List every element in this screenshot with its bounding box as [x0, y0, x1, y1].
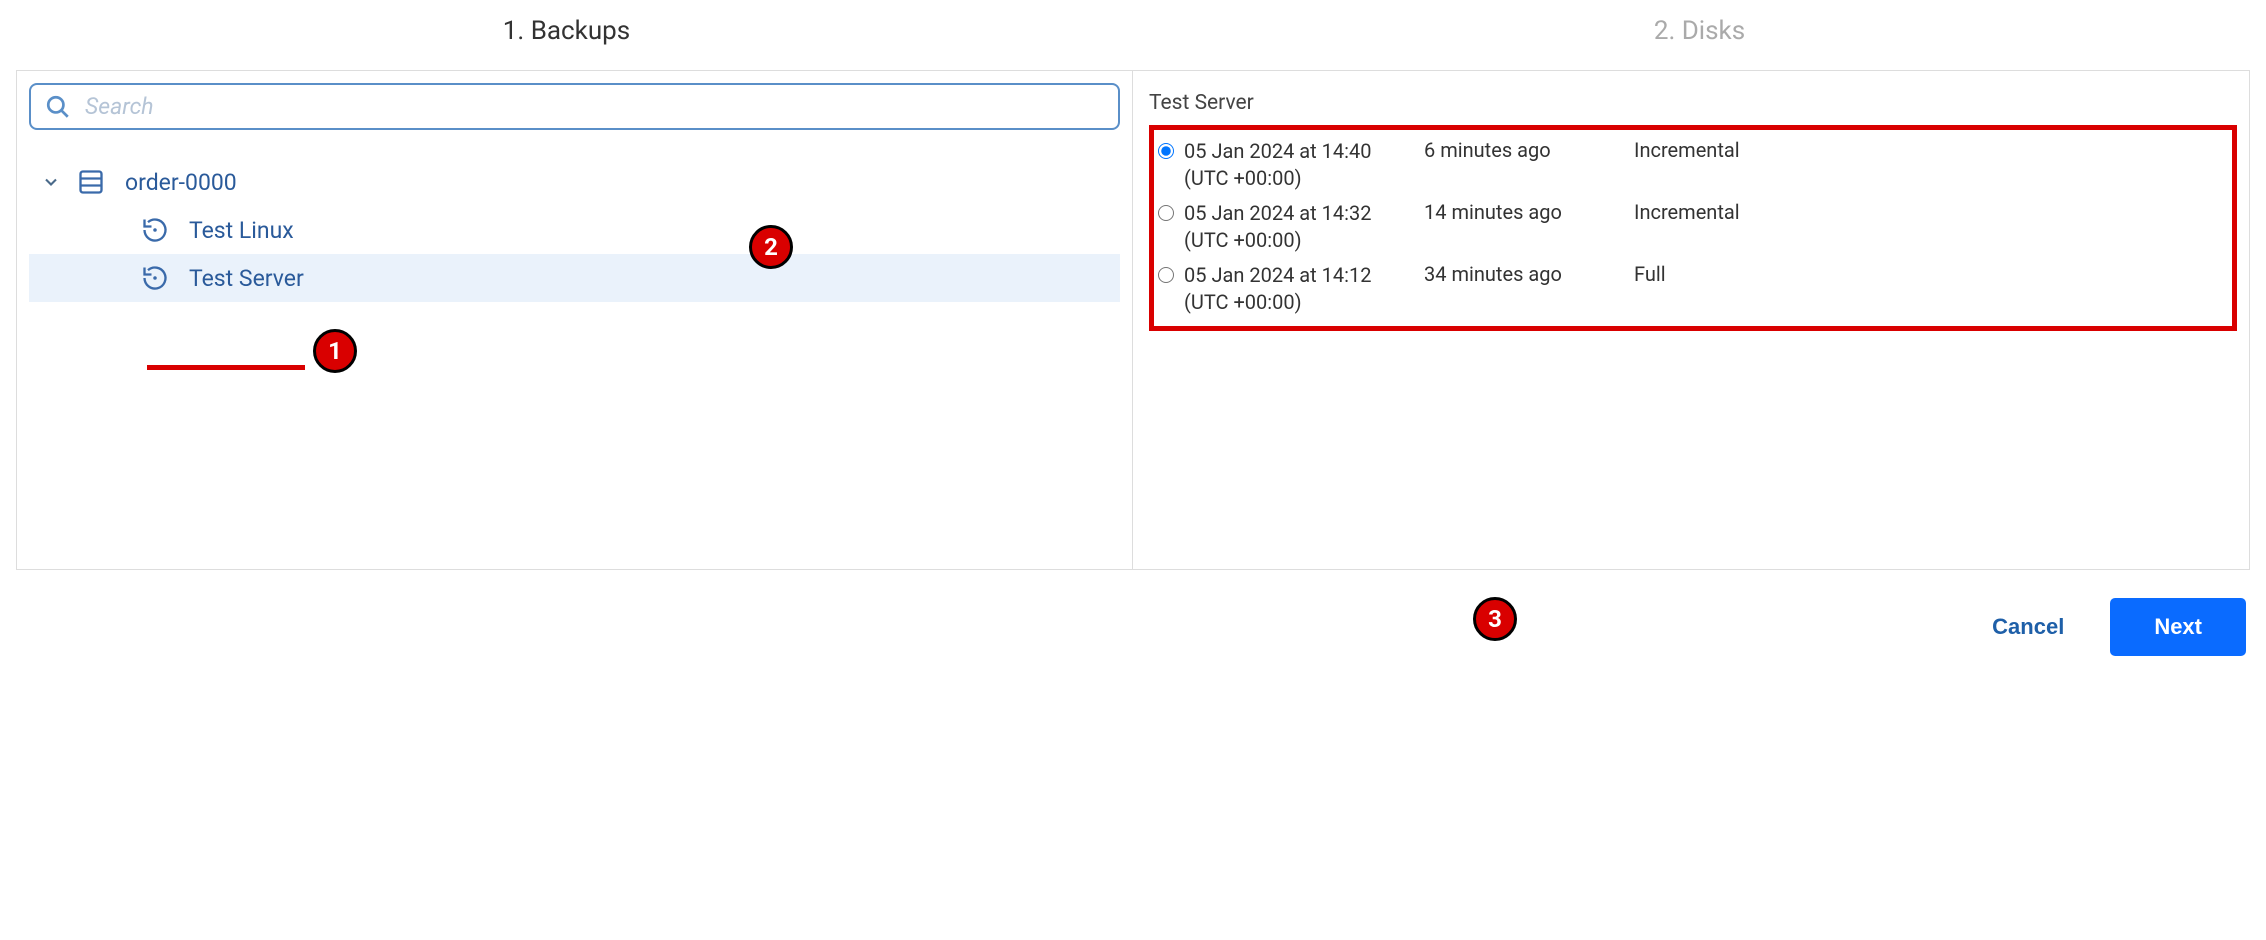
backup-date: 05 Jan 2024 at 14:32 (UTC +00:00)	[1184, 200, 1424, 254]
tree-node-root[interactable]: order-0000	[29, 158, 1120, 206]
backup-type: Incremental	[1634, 200, 1740, 224]
left-panel: order-0000 Test Linux	[17, 71, 1133, 569]
wizard-steps: 1. Backups 2. Disks	[0, 0, 2266, 70]
backup-age: 6 minutes ago	[1424, 138, 1634, 162]
footer-bar: Cancel Next	[0, 570, 2266, 676]
right-panel: Test Server 05 Jan 2024 at 14:40 (UTC +0…	[1133, 71, 2249, 569]
backup-radio[interactable]	[1158, 143, 1174, 159]
backup-list: 05 Jan 2024 at 14:40 (UTC +00:00) 6 minu…	[1149, 125, 2237, 331]
tree-node-test-server[interactable]: Test Server	[29, 254, 1120, 302]
annotation-underline	[147, 365, 305, 370]
tree-node-test-linux[interactable]: Test Linux	[29, 206, 1120, 254]
wizard-step-disks[interactable]: 2. Disks	[1133, 16, 2266, 46]
details-header: Test Server	[1149, 91, 2237, 115]
backup-row[interactable]: 05 Jan 2024 at 14:12 (UTC +00:00) 34 min…	[1158, 258, 2222, 320]
tree-child2-label: Test Server	[189, 265, 304, 292]
search-icon	[45, 94, 71, 120]
backup-radio-wrap	[1158, 203, 1180, 227]
restore-icon	[141, 264, 169, 292]
backup-radio[interactable]	[1158, 267, 1174, 283]
annotation-callout-3: 3	[1473, 597, 1517, 641]
backup-radio-wrap	[1158, 141, 1180, 165]
backup-date: 05 Jan 2024 at 14:12 (UTC +00:00)	[1184, 262, 1424, 316]
next-button[interactable]: Next	[2110, 598, 2246, 656]
annotation-callout-2: 2	[749, 225, 793, 269]
server-icon	[77, 168, 105, 196]
backup-radio[interactable]	[1158, 205, 1174, 221]
backup-age: 34 minutes ago	[1424, 262, 1634, 286]
wizard-step-backups[interactable]: 1. Backups	[0, 16, 1133, 46]
content-frame: order-0000 Test Linux	[16, 70, 2250, 570]
cancel-button[interactable]: Cancel	[1964, 600, 2092, 654]
chevron-down-icon	[41, 172, 61, 192]
search-box[interactable]	[29, 83, 1120, 130]
backup-age: 14 minutes ago	[1424, 200, 1634, 224]
backup-date: 05 Jan 2024 at 14:40 (UTC +00:00)	[1184, 138, 1424, 192]
backup-row[interactable]: 05 Jan 2024 at 14:32 (UTC +00:00) 14 min…	[1158, 196, 2222, 258]
annotation-callout-1: 1	[313, 329, 357, 373]
tree-child1-label: Test Linux	[189, 217, 294, 244]
backup-type: Full	[1634, 262, 1666, 286]
backup-radio-wrap	[1158, 265, 1180, 289]
backup-row[interactable]: 05 Jan 2024 at 14:40 (UTC +00:00) 6 minu…	[1158, 134, 2222, 196]
restore-icon	[141, 216, 169, 244]
search-input[interactable]	[85, 93, 1104, 120]
backup-type: Incremental	[1634, 138, 1740, 162]
backup-tree: order-0000 Test Linux	[29, 158, 1120, 302]
tree-root-label: order-0000	[125, 169, 237, 196]
